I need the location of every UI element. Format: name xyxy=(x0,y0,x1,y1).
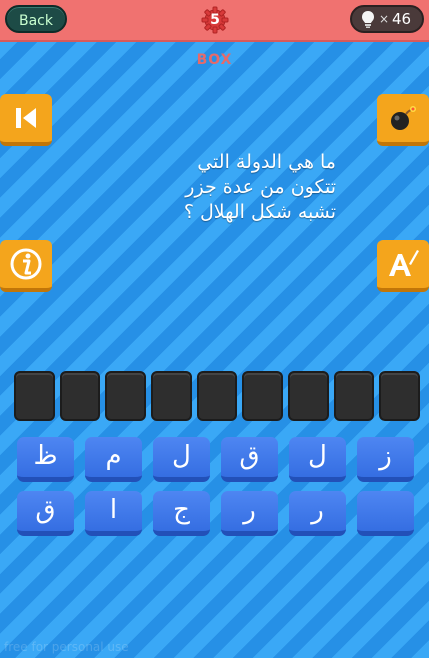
hints-counter[interactable]: × 46 xyxy=(350,5,424,33)
skip-back-button[interactable] xyxy=(0,94,52,146)
reveal-letter-icon xyxy=(389,250,419,276)
game-label: BOX xyxy=(196,52,233,68)
letter-key[interactable]: ز xyxy=(357,437,414,482)
answer-slot[interactable] xyxy=(196,371,238,421)
answer-slot[interactable] xyxy=(379,371,421,421)
letter-key-empty[interactable] xyxy=(357,491,414,536)
reveal-letter-button[interactable] xyxy=(377,240,429,292)
times-sign: × xyxy=(379,12,390,26)
info-icon xyxy=(10,248,42,280)
watermark: free for personal use xyxy=(4,640,129,654)
lightbulb-icon xyxy=(362,11,374,28)
bomb-icon xyxy=(391,106,416,130)
level-number: 5 xyxy=(210,12,220,28)
letter-key[interactable]: ق xyxy=(17,491,74,536)
level-badge: 5 xyxy=(201,6,229,34)
letter-key[interactable]: ر xyxy=(221,491,278,536)
letter-keyboard: ظ م ل ق ل ز ق ا ج ر ر xyxy=(17,437,417,536)
letter-key[interactable]: ل xyxy=(153,437,210,482)
top-bar: Back 5 × 46 xyxy=(0,0,429,42)
hint-count: 46 xyxy=(392,10,412,28)
letter-key[interactable]: ا xyxy=(85,491,142,536)
letter-key[interactable]: ج xyxy=(153,491,210,536)
answer-slot[interactable] xyxy=(288,371,329,421)
skip-back-icon xyxy=(16,108,36,128)
answer-slot[interactable] xyxy=(105,371,147,421)
letter-key[interactable]: ظ xyxy=(17,437,74,482)
question-line: تشبه شكل الهلال ؟ xyxy=(183,201,336,223)
answer-slot[interactable] xyxy=(14,371,55,421)
question-line: تتكون من عدة جزر xyxy=(185,176,336,198)
bomb-button[interactable] xyxy=(377,94,429,146)
answer-slot[interactable] xyxy=(242,371,284,421)
info-button[interactable] xyxy=(0,240,52,292)
letter-key[interactable]: ق xyxy=(221,437,278,482)
answer-slot[interactable] xyxy=(333,371,375,421)
question-text: ما هي الدولة التي تتكون من عدة جزر تشبه … xyxy=(100,150,336,225)
question-line: ما هي الدولة التي xyxy=(197,151,336,173)
answer-slot[interactable] xyxy=(59,371,101,421)
answer-slot[interactable] xyxy=(151,371,192,421)
back-button[interactable]: Back xyxy=(5,5,67,33)
answer-slots xyxy=(14,371,421,423)
letter-key[interactable]: م xyxy=(85,437,142,482)
letter-key[interactable]: ل xyxy=(289,437,346,482)
letter-key[interactable]: ر xyxy=(289,491,346,536)
